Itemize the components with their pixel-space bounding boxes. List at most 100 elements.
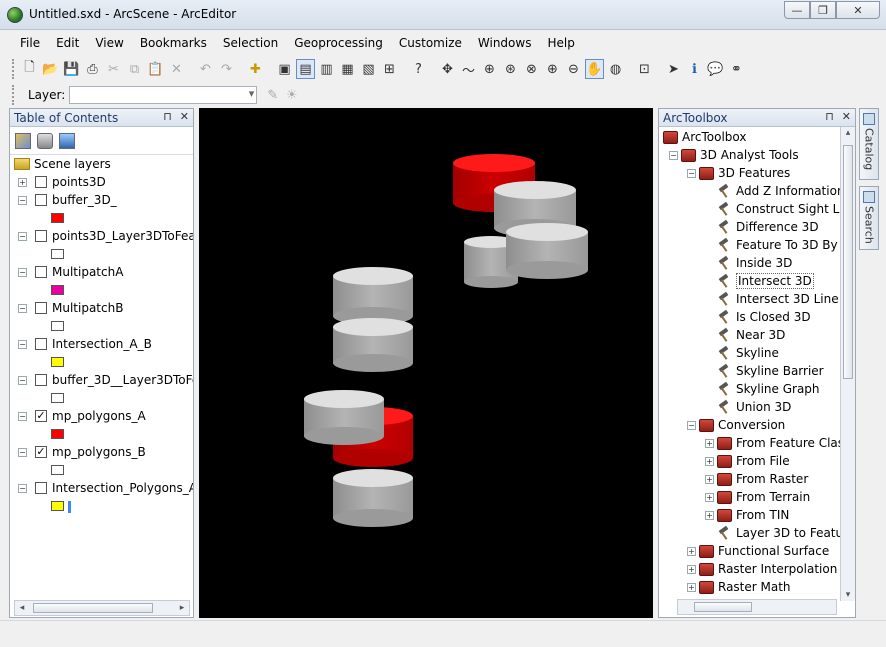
- undo-icon[interactable]: ↶: [196, 59, 215, 79]
- menu-windows[interactable]: Windows: [470, 33, 540, 53]
- toolbox-item-skyline[interactable]: Skyline: [717, 344, 779, 362]
- layer-visibility-checkbox[interactable]: [35, 338, 47, 350]
- scroll-down-icon[interactable]: ▾: [841, 590, 855, 600]
- toc-layer-buffer-3d-layer3dtofeat[interactable]: − buffer_3D__Layer3DToFeat: [18, 371, 193, 389]
- toolbox-item-3d-analyst-tools[interactable]: − 3D Analyst Tools: [669, 146, 799, 164]
- layer-visibility-checkbox[interactable]: ✓: [35, 410, 47, 422]
- expand-collapse-icon[interactable]: −: [18, 303, 27, 313]
- pan-icon[interactable]: ✋: [585, 59, 604, 79]
- gray-cylinder-mid-top[interactable]: [333, 267, 413, 325]
- gray-cylinder-bottom[interactable]: [333, 469, 413, 527]
- toolbox-item-arctoolbox[interactable]: ArcToolbox: [663, 128, 746, 146]
- toolbox-item-from-file[interactable]: + From File: [705, 452, 790, 470]
- layer-visibility-checkbox[interactable]: [35, 230, 47, 242]
- cut-icon[interactable]: ✂: [104, 59, 123, 79]
- python-icon[interactable]: ▧: [359, 59, 378, 79]
- toolbar-grip[interactable]: [12, 85, 16, 105]
- menu-bookmarks[interactable]: Bookmarks: [132, 33, 215, 53]
- fly-icon[interactable]: 〜: [459, 59, 478, 79]
- expand-collapse-icon[interactable]: +: [705, 510, 714, 520]
- scene-properties-icon[interactable]: ▤: [296, 59, 315, 79]
- toc-horizontal-scrollbar[interactable]: ◂ ▸: [14, 600, 190, 616]
- new-document-icon[interactable]: 🗋: [20, 59, 39, 79]
- toolbox-item-construct-sight-lines[interactable]: Construct Sight Lines: [717, 200, 855, 218]
- copy-icon[interactable]: ⧉: [125, 59, 144, 79]
- layer-visibility-checkbox[interactable]: [35, 482, 47, 494]
- expand-collapse-icon[interactable]: −: [687, 168, 696, 178]
- layer-visibility-checkbox[interactable]: [35, 266, 47, 278]
- expand-collapse-icon[interactable]: +: [705, 492, 714, 502]
- expand-collapse-icon[interactable]: +: [705, 456, 714, 466]
- toc-layer-points3d[interactable]: + points3D: [18, 173, 106, 191]
- toolbox-item-raster-math[interactable]: + Raster Math: [687, 578, 791, 596]
- toc-layer-multipatchb[interactable]: − MultipatchB: [18, 299, 123, 317]
- expand-collapse-icon[interactable]: −: [687, 420, 696, 430]
- toolbox-item-feature-to-3d-by-attribute[interactable]: Feature To 3D By Attribute: [717, 236, 855, 254]
- zoom-out-icon[interactable]: ⊖: [564, 59, 583, 79]
- expand-collapse-icon[interactable]: +: [18, 177, 27, 187]
- binoculars-icon[interactable]: ⚭: [727, 59, 746, 79]
- toc-layer-multipatcha[interactable]: − MultipatchA: [18, 263, 123, 281]
- toc-layer-intersection-polygons-a-e[interactable]: − Intersection_Polygons_A_E: [18, 479, 193, 497]
- toc-layer-buffer-3d-[interactable]: − buffer_3D_: [18, 191, 117, 209]
- toolbox-item-inside-3d[interactable]: Inside 3D: [717, 254, 792, 272]
- expand-collapse-icon[interactable]: −: [669, 150, 678, 160]
- symbol-swatch[interactable]: [51, 285, 64, 295]
- navigate-icon[interactable]: ✥: [438, 59, 457, 79]
- help-pointer-icon[interactable]: ?: [409, 59, 428, 79]
- toolbox-item-skyline-graph[interactable]: Skyline Graph: [717, 380, 820, 398]
- toolbox-icon[interactable]: ▦: [338, 59, 357, 79]
- toolbox-item-layer-3d-to-feature-class[interactable]: Layer 3D to Feature Class: [717, 524, 855, 542]
- toolbox-item-conversion[interactable]: − Conversion: [687, 416, 785, 434]
- transparency-icon[interactable]: ✎: [263, 85, 282, 105]
- gray-cylinder-mid-bottom[interactable]: [333, 318, 413, 372]
- symbol-swatch[interactable]: [51, 429, 64, 439]
- toolbox-item-from-feature-class[interactable]: + From Feature Class: [705, 434, 850, 452]
- expand-collapse-icon[interactable]: −: [18, 483, 27, 493]
- identify-icon[interactable]: ℹ: [685, 59, 704, 79]
- expand-collapse-icon[interactable]: −: [18, 195, 27, 205]
- arctoolbox-vertical-scrollbar[interactable]: ▴ ▾: [840, 127, 855, 601]
- layer-visibility-checkbox[interactable]: [35, 302, 47, 314]
- paste-icon[interactable]: 📋: [146, 59, 165, 79]
- delete-icon[interactable]: ✕: [167, 59, 186, 79]
- restore-button[interactable]: ❐: [810, 1, 836, 19]
- scene-layers-root[interactable]: Scene layers: [14, 155, 111, 173]
- arctoolbox-horizontal-scrollbar[interactable]: [677, 599, 837, 615]
- brightness-icon[interactable]: ☀: [282, 85, 301, 105]
- pin-icon[interactable]: ⊓: [163, 110, 172, 123]
- list-by-drawing-order-icon[interactable]: [15, 132, 31, 149]
- toolbox-item-from-terrain[interactable]: + From Terrain: [705, 488, 810, 506]
- minimize-button[interactable]: —: [784, 1, 810, 19]
- expand-collapse-icon[interactable]: +: [687, 564, 696, 574]
- scene-3d-view[interactable]: [199, 108, 653, 618]
- select-pointer-icon[interactable]: ➤: [664, 59, 683, 79]
- symbol-swatch[interactable]: [51, 249, 64, 259]
- symbol-swatch[interactable]: [51, 393, 64, 403]
- menu-view[interactable]: View: [87, 33, 131, 53]
- toolbox-item-is-closed-3d[interactable]: Is Closed 3D: [717, 308, 811, 326]
- select-features-icon[interactable]: ⊡: [635, 59, 654, 79]
- expand-collapse-icon[interactable]: +: [705, 438, 714, 448]
- expand-collapse-icon[interactable]: −: [18, 375, 27, 385]
- symbol-swatch[interactable]: [51, 321, 64, 331]
- target-center-icon[interactable]: ⊕: [480, 59, 499, 79]
- html-popup-icon[interactable]: 💬: [706, 59, 725, 79]
- scroll-thumb[interactable]: [843, 145, 853, 379]
- gray-cylinder-right[interactable]: [506, 223, 588, 279]
- expand-collapse-icon[interactable]: −: [18, 339, 27, 349]
- list-by-source-icon[interactable]: [37, 132, 53, 149]
- toolbox-item-from-raster[interactable]: + From Raster: [705, 470, 808, 488]
- expand-collapse-icon[interactable]: +: [687, 546, 696, 556]
- menu-selection[interactable]: Selection: [215, 33, 286, 53]
- scroll-thumb[interactable]: [33, 603, 153, 613]
- toolbox-item-functional-surface[interactable]: + Functional Surface: [687, 542, 829, 560]
- symbol-swatch[interactable]: [51, 501, 64, 511]
- expand-collapse-icon[interactable]: +: [687, 582, 696, 592]
- toolbox-item-from-tin[interactable]: + From TIN: [705, 506, 789, 524]
- print-icon[interactable]: ⎙: [83, 59, 102, 79]
- expand-collapse-icon[interactable]: −: [18, 447, 27, 457]
- toolbox-item-near-3d[interactable]: Near 3D: [717, 326, 785, 344]
- map-document-icon[interactable]: ▣: [275, 59, 294, 79]
- list-by-visibility-icon[interactable]: [59, 132, 75, 149]
